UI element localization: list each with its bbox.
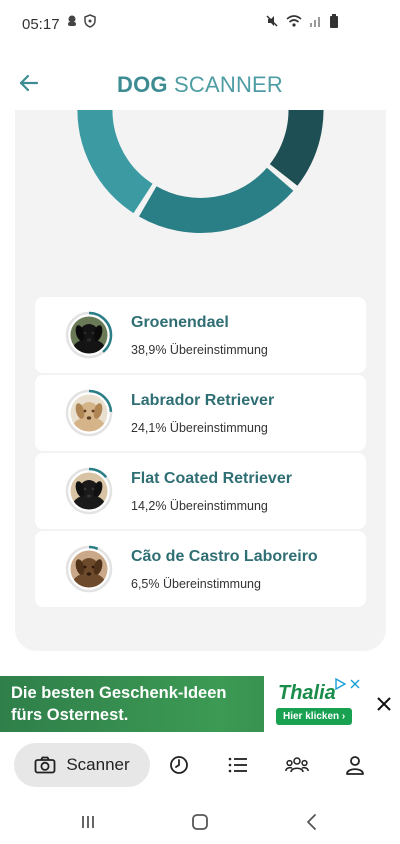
breed-match: 38,9% Übereinstimmung	[131, 343, 268, 357]
nav-list[interactable]	[225, 752, 251, 778]
breed-name: Groenendael	[131, 314, 229, 331]
result-item[interactable]: Labrador Retriever 24,1% Übereinstimmung	[35, 375, 366, 451]
ad-banner[interactable]: Die besten Geschenk-Ideen fürs Osternest…	[0, 676, 400, 732]
donut-slice-2	[139, 167, 294, 233]
breed-avatar	[65, 389, 113, 437]
close-icon	[377, 697, 391, 711]
breed-name: Flat Coated Retriever	[131, 470, 292, 487]
status-left-icons	[66, 14, 96, 28]
notification-icon	[68, 15, 76, 26]
page-title: DOG SCANNER	[0, 72, 400, 98]
camera-icon	[34, 756, 56, 774]
status-right-icons	[265, 14, 338, 28]
battery-icon	[330, 14, 338, 28]
breed-name: Labrador Retriever	[131, 392, 275, 409]
breed-donut-chart	[77, 110, 324, 233]
group-icon	[285, 757, 309, 773]
home-icon	[192, 814, 208, 830]
breed-match: 24,1% Übereinstimmung	[131, 421, 268, 435]
ad-text: Die besten Geschenk-Ideen fürs Osternest…	[11, 682, 227, 726]
donut-slice-1	[269, 110, 324, 186]
recent-apps-button[interactable]	[76, 810, 100, 834]
wifi-icon	[286, 15, 302, 27]
user-icon	[346, 756, 364, 775]
ad-line-1: Die besten Geschenk-Ideen	[11, 684, 227, 702]
breed-avatar	[65, 545, 113, 593]
recent-apps-icon	[82, 816, 94, 828]
system-nav-bar	[0, 800, 400, 844]
bottom-nav: Scanner	[0, 740, 400, 790]
dog-photo	[70, 550, 108, 588]
nav-community[interactable]	[284, 752, 310, 778]
breed-match: 14,2% Übereinstimmung	[131, 499, 268, 513]
dog-photo	[70, 316, 108, 354]
breed-results-list: Groenendael 38,9% Übereinstimmung Labrad…	[35, 297, 366, 609]
breed-match: 6,5% Übereinstimmung	[131, 577, 261, 591]
dog-photo	[70, 394, 108, 432]
result-item[interactable]: Groenendael 38,9% Übereinstimmung	[35, 297, 366, 373]
ad-cta-button[interactable]: Hier klicken ›	[276, 708, 353, 725]
result-item[interactable]: Flat Coated Retriever 14,2% Übereinstimm…	[35, 453, 366, 529]
ad-close-button[interactable]	[368, 676, 400, 732]
donut-slice-3	[77, 110, 154, 214]
title-light: SCANNER	[167, 72, 283, 97]
ad-x-icon[interactable]	[349, 678, 361, 690]
dog-photo	[70, 472, 108, 510]
system-back-button[interactable]	[300, 810, 324, 834]
breed-avatar	[65, 311, 113, 359]
ad-play-icon[interactable]	[334, 678, 346, 690]
ad-logo: Thalia	[278, 682, 336, 704]
status-time: 05:17	[22, 16, 60, 33]
signal-icon	[310, 17, 320, 27]
list-icon	[228, 757, 247, 773]
app-bar: DOG SCANNER	[0, 58, 400, 110]
mute-icon	[266, 15, 278, 27]
status-bar: 05:17	[0, 0, 400, 50]
nav-profile[interactable]	[342, 752, 368, 778]
breed-avatar	[65, 467, 113, 515]
clock-icon	[170, 756, 188, 774]
breed-name: Cão de Castro Laboreiro	[131, 548, 318, 565]
nav-scanner-label: Scanner	[66, 755, 130, 774]
ad-line-2: fürs Osternest.	[11, 706, 129, 724]
chevron-left-icon	[307, 814, 316, 830]
home-button[interactable]	[188, 810, 212, 834]
title-bold: DOG	[116, 72, 168, 97]
nav-scanner[interactable]: Scanner	[14, 743, 150, 787]
nav-history[interactable]	[166, 752, 192, 778]
shield-icon	[84, 14, 96, 28]
result-item[interactable]: Cão de Castro Laboreiro 6,5% Übereinstim…	[35, 531, 366, 607]
ad-choices-icons[interactable]	[334, 678, 361, 690]
